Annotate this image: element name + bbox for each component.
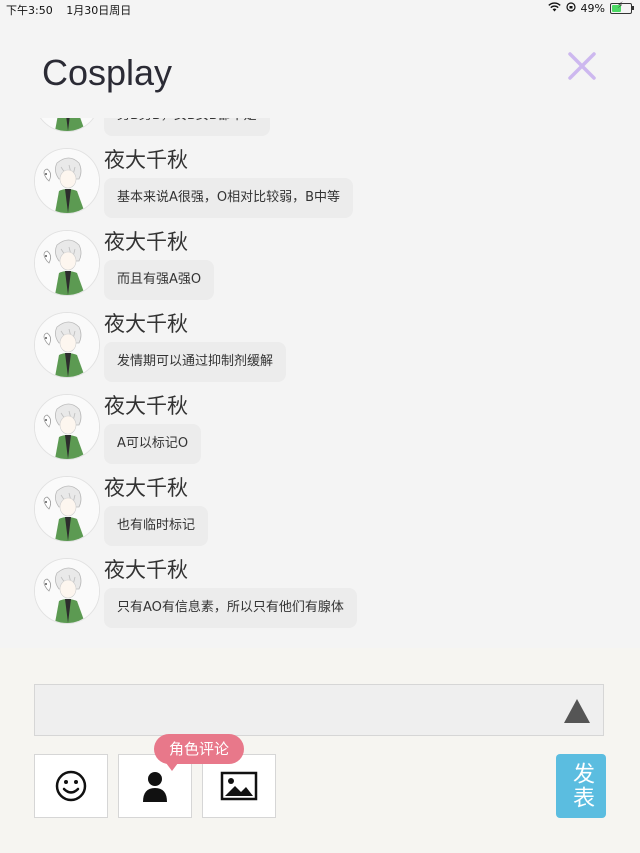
character-comment-tooltip: 角色评论	[154, 734, 245, 771]
send-button[interactable]	[563, 698, 591, 724]
chat-list[interactable]: 男B男B，女B女B都不是 夜大千秋 基本来说A很强，O相对比较弱，B中等	[0, 118, 640, 648]
sender-name: 夜大千秋	[104, 394, 188, 418]
avatar[interactable]	[34, 476, 100, 542]
avatar[interactable]	[34, 118, 100, 132]
battery-icon: ⚡	[610, 1, 634, 14]
message-bubble: 发情期可以通过抑制剂缓解	[104, 342, 287, 382]
charging-bolt-icon: ⚡	[617, 1, 624, 11]
status-bar: 下午3:50 1月30日周日 49% ⚡	[0, 0, 640, 18]
image-icon	[220, 771, 258, 801]
triangle-send-icon	[564, 699, 590, 723]
chat-message: 夜大千秋 只有AO有信息素，所以只有他们有腺体	[0, 558, 640, 640]
chat-message: 夜大千秋 也有临时标记	[0, 476, 640, 558]
chat-message: 夜大千秋 A可以标记O	[0, 394, 640, 476]
close-x-icon	[568, 52, 596, 80]
avatar[interactable]	[34, 230, 100, 296]
avatar[interactable]	[34, 312, 100, 378]
sender-name: 夜大千秋	[104, 476, 188, 500]
avatar[interactable]	[34, 394, 100, 460]
orientation-lock-icon	[565, 2, 576, 15]
battery-percent: 49%	[580, 2, 605, 15]
message-bubble: 基本来说A很强，O相对比较弱，B中等	[104, 178, 354, 218]
smiley-icon	[55, 770, 87, 802]
chat-message: 夜大千秋 而且有强A强O	[0, 230, 640, 312]
emoji-button[interactable]	[34, 754, 108, 818]
composer-panel: 角色评论 发表	[0, 648, 640, 853]
message-bubble: A可以标记O	[104, 424, 202, 464]
page-title: Cosplay	[42, 52, 173, 93]
status-date: 1月30日周日	[66, 4, 132, 17]
message-bubble: 男B男B，女B女B都不是	[104, 118, 270, 136]
post-button[interactable]: 发表	[556, 754, 606, 818]
sender-name: 夜大千秋	[104, 230, 188, 254]
comment-input[interactable]	[34, 684, 604, 736]
sender-name: 夜大千秋	[104, 148, 188, 172]
person-icon	[143, 772, 167, 802]
status-time: 下午3:50	[6, 4, 53, 17]
message-bubble: 而且有强A强O	[104, 260, 215, 300]
avatar[interactable]	[34, 558, 100, 624]
wifi-icon	[547, 2, 561, 15]
close-button[interactable]	[566, 50, 598, 82]
avatar[interactable]	[34, 148, 100, 214]
message-bubble: 也有临时标记	[104, 506, 209, 546]
message-bubble: 只有AO有信息素，所以只有他们有腺体	[104, 588, 357, 628]
chat-message: 夜大千秋 发情期可以通过抑制剂缓解	[0, 312, 640, 394]
chat-message: 男B男B，女B女B都不是	[0, 118, 640, 148]
sender-name: 夜大千秋	[104, 558, 188, 582]
sender-name: 夜大千秋	[104, 312, 188, 336]
chat-message: 夜大千秋 基本来说A很强，O相对比较弱，B中等	[0, 148, 640, 230]
